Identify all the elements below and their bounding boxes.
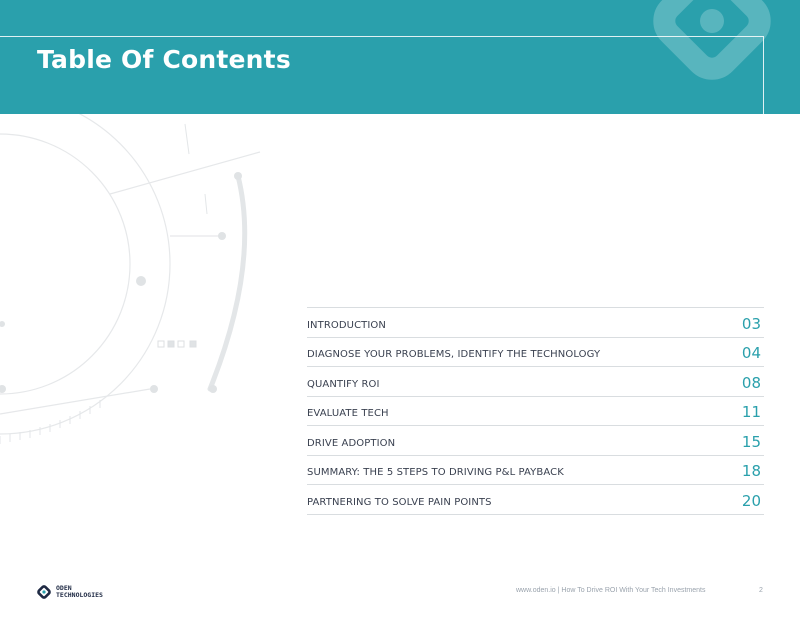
decorative-dial-graphic	[0, 114, 261, 444]
header-banner: Table Of Contents	[0, 0, 800, 114]
toc-page-number: 20	[741, 491, 761, 510]
logo-wordmark: ODEN TECHNOLOGIES	[56, 585, 103, 599]
toc-page-number: 03	[741, 314, 761, 333]
oden-logo: ODEN TECHNOLOGIES	[36, 584, 103, 600]
toc-row-partnering[interactable]: PARTNERING TO SOLVE PAIN POINTS 20	[307, 485, 764, 515]
page-number: 2	[759, 587, 763, 594]
oden-logo-icon	[37, 585, 51, 599]
toc-row-quantify-roi[interactable]: QUANTIFY ROI 08	[307, 367, 764, 397]
toc-page-number: 15	[741, 432, 761, 451]
toc-row-summary[interactable]: SUMMARY: THE 5 STEPS TO DRIVING P&L PAYB…	[307, 456, 764, 485]
page-title: Table Of Contents	[37, 45, 291, 74]
toc-item-label: DIAGNOSE YOUR PROBLEMS, IDENTIFY THE TEC…	[307, 349, 601, 360]
toc-item-label: PARTNERING TO SOLVE PAIN POINTS	[307, 496, 492, 508]
toc-item-label: QUANTIFY ROI	[307, 378, 380, 390]
toc-item-label: DRIVE ADOPTION	[307, 437, 396, 449]
toc-item-label: INTRODUCTION	[307, 319, 386, 331]
toc-page-number: 18	[741, 462, 761, 480]
toc-row-diagnose[interactable]: DIAGNOSE YOUR PROBLEMS, IDENTIFY THE TEC…	[307, 338, 764, 367]
toc-page-number: 08	[741, 373, 761, 392]
table-of-contents: INTRODUCTION 03 DIAGNOSE YOUR PROBLEMS, …	[307, 307, 764, 515]
toc-item-label: SUMMARY: THE 5 STEPS TO DRIVING P&L PAYB…	[307, 467, 564, 478]
footer-text: www.oden.io | How To Drive ROI With Your…	[516, 587, 706, 594]
toc-page-number: 11	[741, 403, 761, 421]
logo-line-2: TECHNOLOGIES	[56, 591, 103, 599]
toc-row-evaluate-tech[interactable]: EVALUATE TECH 11	[307, 397, 764, 426]
toc-item-label: EVALUATE TECH	[307, 408, 389, 419]
toc-row-drive-adoption[interactable]: DRIVE ADOPTION 15	[307, 426, 764, 456]
toc-page-number: 04	[741, 344, 761, 362]
toc-row-introduction[interactable]: INTRODUCTION 03	[307, 308, 764, 338]
